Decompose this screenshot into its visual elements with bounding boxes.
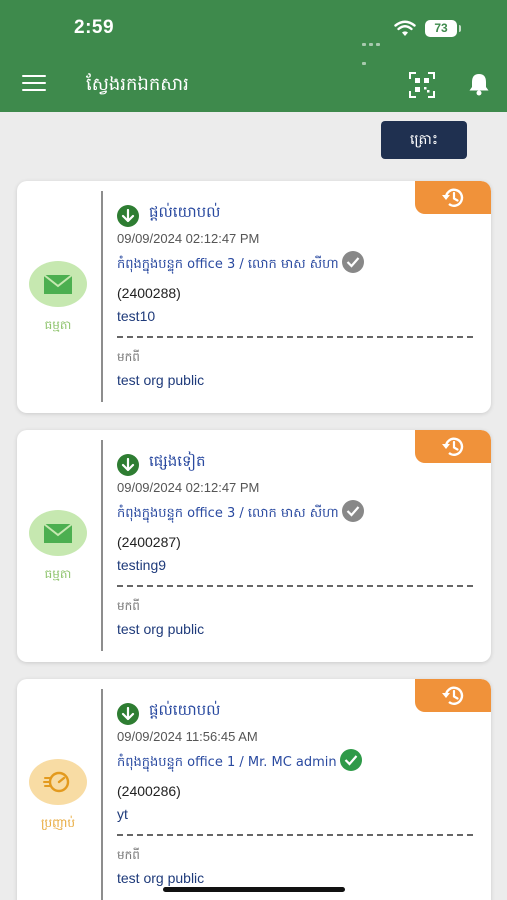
document-type-label: ធម្មតា bbox=[44, 567, 72, 581]
document-datetime: 09/09/2024 11:56:45 AM bbox=[117, 729, 258, 744]
from-label: មកពី bbox=[117, 350, 140, 364]
document-status: ផ្តល់យោបល់ bbox=[149, 203, 221, 221]
history-button[interactable] bbox=[415, 430, 491, 463]
cellular-signal-icon bbox=[362, 31, 388, 65]
check-icon bbox=[341, 251, 364, 273]
from-organization: test org public bbox=[117, 870, 205, 886]
wifi-icon bbox=[394, 20, 416, 36]
download-arrow-icon bbox=[117, 454, 139, 476]
card-divider bbox=[101, 689, 103, 900]
battery-indicator: 73 bbox=[425, 20, 461, 37]
from-organization: test org public bbox=[117, 621, 205, 637]
home-indicator[interactable] bbox=[163, 887, 345, 892]
location-text: កំពុងក្នុងបន្ទុក office 3 / លោក មាស សីហា bbox=[117, 257, 339, 272]
document-subject: test10 bbox=[117, 308, 156, 324]
filter-button[interactable]: ត្រោះ bbox=[381, 121, 467, 159]
document-location: កំពុងក្នុងបន្ទុក office 3 / លោក មាស សីហា bbox=[117, 251, 364, 275]
dashed-divider bbox=[117, 585, 473, 587]
envelope-icon bbox=[43, 523, 73, 543]
document-card[interactable]: ប្រញាប់ ផ្តល់យោបល់ 09/09/2024 11:56:45 A… bbox=[17, 679, 491, 900]
history-icon bbox=[442, 188, 464, 207]
history-icon bbox=[442, 686, 464, 705]
document-card[interactable]: ធម្មតា ផ្សេងទៀត 09/09/2024 02:12:47 PM ក… bbox=[17, 430, 491, 662]
document-location: កំពុងក្នុងបន្ទុក office 3 / លោក មាស សីហា bbox=[117, 500, 364, 524]
download-arrow-icon bbox=[117, 205, 139, 227]
from-label: មកពី bbox=[117, 848, 140, 862]
document-location: កំពុងក្នុងបន្ទុក office 1 / Mr. MC admin bbox=[117, 749, 362, 773]
document-code: (2400288) bbox=[117, 285, 181, 301]
from-organization: test org public bbox=[117, 372, 205, 388]
envelope-icon bbox=[43, 274, 73, 294]
from-label: មកពី bbox=[117, 599, 140, 613]
document-type-label: ធម្មតា bbox=[44, 318, 72, 332]
history-button[interactable] bbox=[415, 679, 491, 712]
history-button[interactable] bbox=[415, 181, 491, 214]
qr-scan-icon[interactable] bbox=[409, 72, 435, 98]
dashed-divider bbox=[117, 336, 473, 338]
document-type-badge bbox=[29, 261, 87, 307]
app-header: 2:59 73 ស្វែងរកឯកសារ bbox=[0, 0, 507, 112]
document-type-badge bbox=[29, 510, 87, 556]
status-time: 2:59 bbox=[74, 17, 115, 38]
bell-icon[interactable] bbox=[468, 72, 490, 96]
document-card[interactable]: ធម្មតា ផ្តល់យោបល់ 09/09/2024 02:12:47 PM… bbox=[17, 181, 491, 413]
check-icon bbox=[341, 500, 364, 522]
document-datetime: 09/09/2024 02:12:47 PM bbox=[117, 480, 260, 495]
speedometer-icon bbox=[43, 771, 70, 793]
card-divider bbox=[101, 191, 103, 402]
check-icon bbox=[339, 749, 362, 771]
document-subject: yt bbox=[117, 806, 128, 822]
location-text: កំពុងក្នុងបន្ទុក office 3 / លោក មាស សីហា bbox=[117, 506, 339, 521]
card-divider bbox=[101, 440, 103, 651]
document-subject: testing9 bbox=[117, 557, 167, 573]
history-icon bbox=[442, 437, 464, 456]
document-datetime: 09/09/2024 02:12:47 PM bbox=[117, 231, 260, 246]
page-title: ស្វែងរកឯកសារ bbox=[86, 74, 189, 95]
document-code: (2400286) bbox=[117, 783, 181, 799]
location-text: កំពុងក្នុងបន្ទុក office 1 / Mr. MC admin bbox=[117, 755, 337, 770]
document-type-label: ប្រញាប់ bbox=[40, 816, 76, 830]
document-type-badge bbox=[29, 759, 87, 805]
document-status: ផ្សេងទៀត bbox=[149, 452, 206, 470]
dashed-divider bbox=[117, 834, 473, 836]
status-bar: 2:59 73 bbox=[0, 0, 507, 65]
document-status: ផ្តល់យោបល់ bbox=[149, 701, 221, 719]
menu-icon[interactable] bbox=[22, 75, 46, 93]
download-arrow-icon bbox=[117, 703, 139, 725]
document-code: (2400287) bbox=[117, 534, 181, 550]
